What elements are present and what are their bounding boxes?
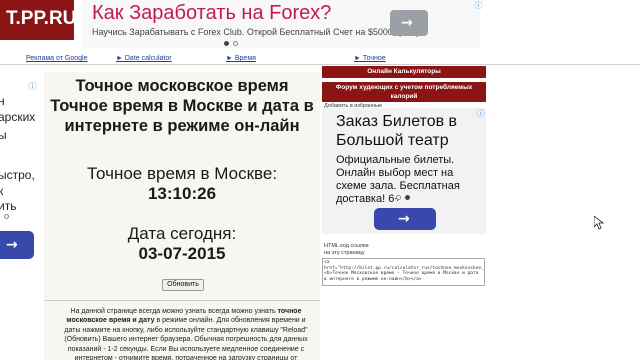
ad-info-icon[interactable]: ⓘ — [476, 109, 485, 118]
left-ad-text[interactable]: к — [0, 184, 3, 198]
top-ad-title[interactable]: Как Заработать на Forex? — [92, 2, 331, 25]
time-value: 13:10:26 — [147, 184, 217, 203]
nav-divider — [0, 64, 640, 65]
carousel-dot[interactable] — [224, 41, 229, 46]
content-divider — [44, 300, 320, 301]
html-code-textarea[interactable]: <a href="http://bilet.pp.ru/calculator_r… — [322, 258, 485, 286]
paragraph-text: На данной странице всегда можно узнать в… — [70, 308, 278, 315]
right-ad-banner[interactable]: ⓘ Заказ Билетов в Большой театр Официаль… — [322, 108, 486, 234]
html-code-label: HTML код ссылки — [324, 243, 369, 249]
carousel-dot[interactable] — [405, 195, 410, 200]
top-ad-text[interactable]: Научись Зарабатывать с Forex Club. Откро… — [92, 27, 419, 37]
ad-info-icon[interactable]: ⓘ — [28, 82, 37, 91]
right-ad-title[interactable]: Заказ Билетов в Большой театр — [336, 112, 476, 150]
left-ad-text[interactable]: ы — [0, 128, 7, 142]
date-label: Дата сегодня: — [127, 224, 237, 243]
forum-link[interactable]: Форум худеющих с учетом потребляемых кал… — [322, 82, 486, 102]
left-ad-text[interactable]: арских — [0, 110, 35, 124]
carousel-dot[interactable] — [4, 214, 9, 219]
refresh-button[interactable]: Обновить — [162, 279, 204, 291]
description-paragraph: На данной странице всегда можно узнать в… — [60, 307, 312, 360]
nav-link-exact[interactable]: ► Точное — [354, 55, 386, 62]
left-ad-text[interactable]: ить — [0, 199, 16, 213]
right-ad-arrow-button[interactable]: → — [374, 208, 436, 230]
date-value: 03-07-2015 — [138, 244, 226, 263]
mouse-cursor-icon — [594, 216, 604, 230]
nav-bar: Реклама от Google ► Date calculator ► Вр… — [26, 55, 480, 64]
carousel-dot[interactable] — [396, 195, 401, 200]
site-logo[interactable]: T.PP.RU — [0, 0, 74, 40]
online-calculators-header[interactable]: Онлайн Калькуляторы — [322, 66, 486, 78]
nav-link-time[interactable]: ► Время — [226, 55, 256, 62]
time-label: Точное время в Москве: — [86, 164, 278, 183]
top-ad-carousel-dots — [224, 41, 238, 46]
left-ad-text[interactable]: н — [0, 94, 5, 108]
ad-info-icon[interactable]: ⓘ — [474, 1, 483, 10]
top-ad-arrow-button[interactable]: → — [390, 10, 428, 36]
right-ad-carousel-dots — [396, 195, 410, 200]
html-code-label: на эту страницу — [324, 250, 365, 256]
page-title: Точное московское время Точное время в М… — [50, 77, 314, 135]
left-ad-text[interactable]: ыстро, — [0, 168, 35, 182]
arrow-right-icon: → — [401, 15, 413, 31]
left-ad-banner[interactable]: ⓘ н арских ы ыстро, к ить → — [0, 80, 40, 270]
carousel-dot[interactable] — [233, 41, 238, 46]
nav-link-google-ads[interactable]: Реклама от Google — [26, 55, 88, 62]
nav-link-date-calculator[interactable]: ► Date calculator — [116, 55, 172, 62]
left-ad-arrow-button[interactable]: → — [0, 231, 34, 259]
arrow-right-icon: → — [6, 237, 18, 253]
arrow-right-icon: → — [398, 211, 410, 227]
